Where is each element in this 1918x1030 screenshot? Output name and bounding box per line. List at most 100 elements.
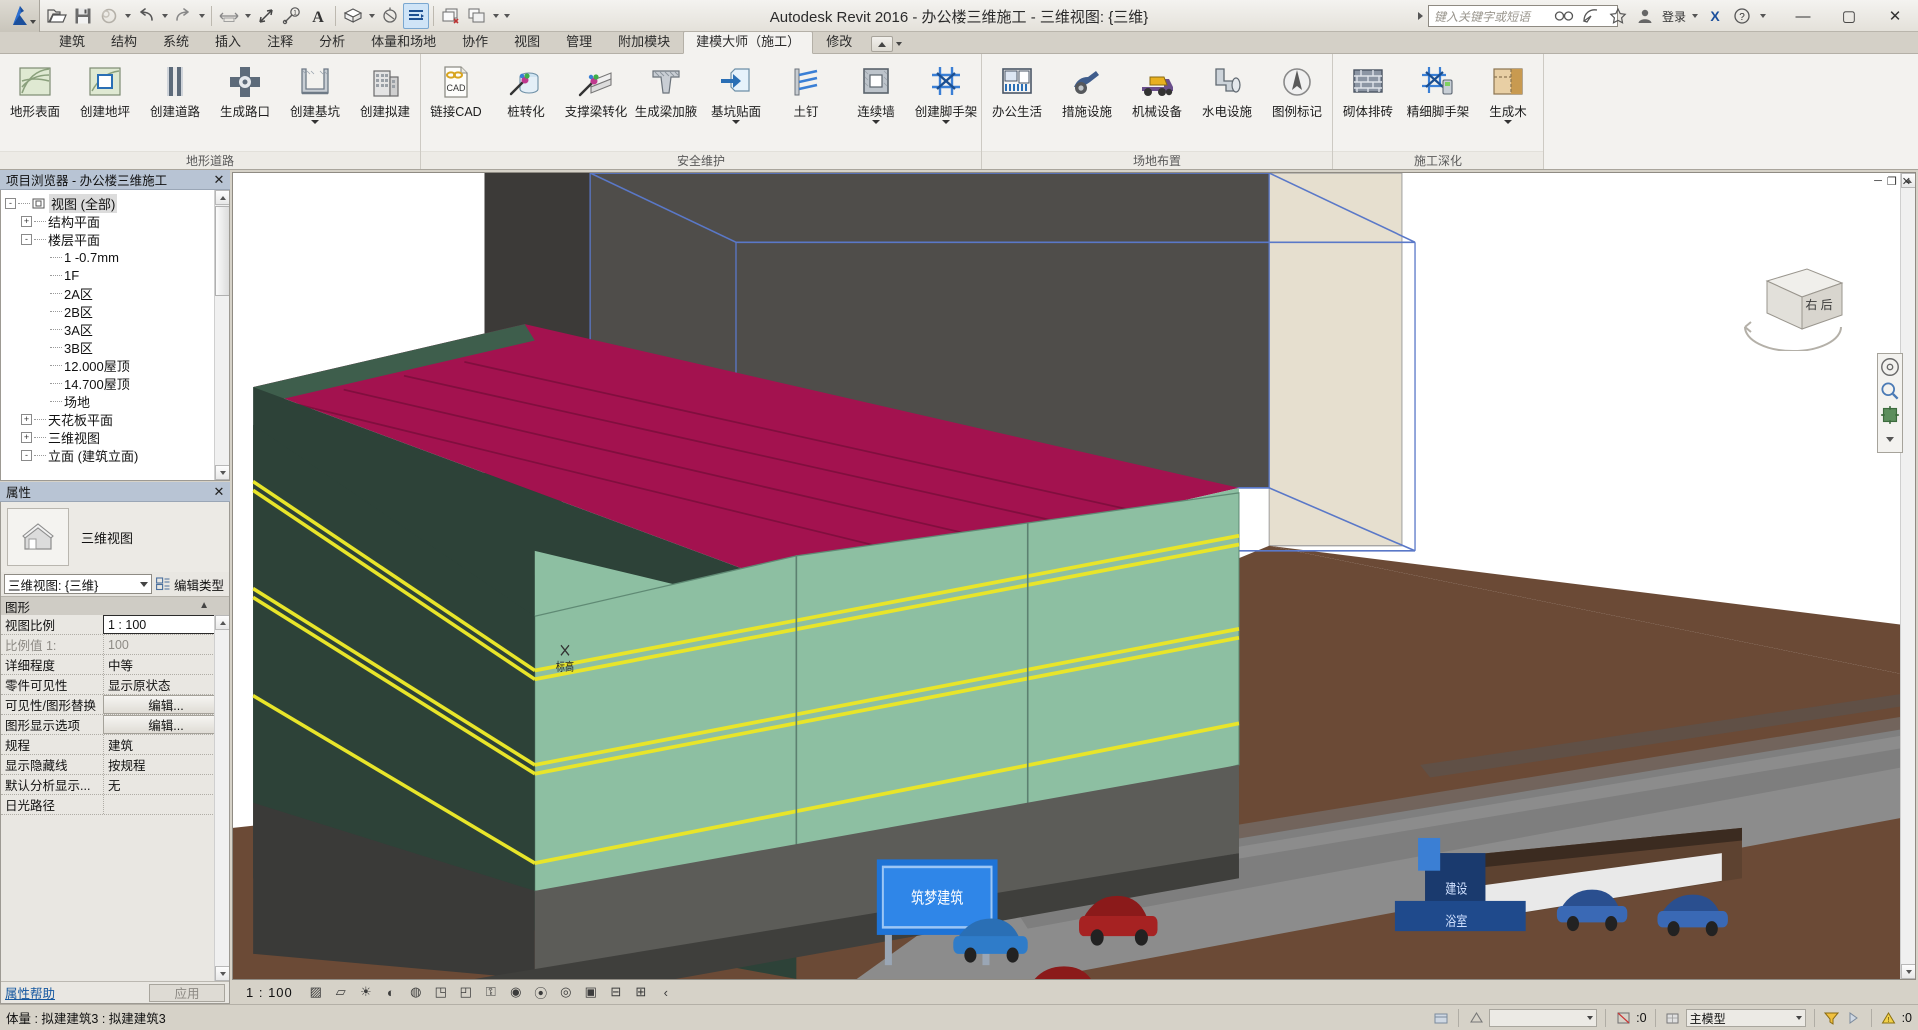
thin-lines-icon[interactable] <box>403 2 429 29</box>
tree-item[interactable]: 场地 <box>5 392 229 410</box>
tree-toggle-icon[interactable]: - <box>21 233 32 245</box>
ribbon-tab-9[interactable]: 管理 <box>553 31 605 53</box>
property-value[interactable]: 中等 <box>103 655 229 674</box>
ribbon-button-terrain-surface[interactable]: 地形表面 <box>0 60 70 119</box>
switch-windows-caret-icon[interactable] <box>490 3 501 29</box>
show-constraints-icon[interactable]: ⊟ <box>606 983 626 1001</box>
view-close-icon[interactable]: ✕ <box>1902 175 1911 188</box>
ribbon-tab-11[interactable]: 建模大师（施工） <box>683 31 814 54</box>
tree-item[interactable]: 2B区 <box>5 302 229 320</box>
properties-close-icon[interactable]: ✕ <box>212 484 226 499</box>
apply-button[interactable]: 应用 <box>149 983 225 1002</box>
detail-level-icon[interactable]: ▨ <box>306 983 326 1001</box>
view-vertical-scrollbar[interactable] <box>1900 173 1915 979</box>
tree-item[interactable]: - 楼层平面 <box>5 230 229 248</box>
default-3d-view-icon[interactable] <box>340 3 366 29</box>
ribbon-tab-8[interactable]: 视图 <box>501 31 553 53</box>
design-options-icon[interactable] <box>1467 1009 1485 1027</box>
ribbon-tab-3[interactable]: 插入 <box>202 31 254 53</box>
view-scroll-down-icon[interactable] <box>1901 964 1915 979</box>
property-value[interactable]: 编辑... <box>103 695 229 714</box>
collapse-icon[interactable]: ▲ <box>199 600 209 611</box>
project-browser-close-icon[interactable]: ✕ <box>212 172 226 187</box>
property-value[interactable]: 建筑 <box>103 735 229 754</box>
text-icon[interactable]: A <box>305 3 331 29</box>
property-value[interactable]: 1 : 100 <box>103 615 229 634</box>
property-row[interactable]: 日光路径 <box>1 795 229 815</box>
tree-item[interactable]: 3B区 <box>5 338 229 356</box>
tree-toggle-icon[interactable]: + <box>21 413 32 425</box>
ribbon-button-generate-formwork[interactable]: 生成木 <box>1473 60 1543 124</box>
favorites-icon[interactable] <box>1606 4 1630 28</box>
ribbon-tab-2[interactable]: 系统 <box>150 31 202 53</box>
temporary-hide-isolate-icon[interactable]: ◉ <box>506 983 526 1001</box>
view-3d-dropdown-caret-icon[interactable] <box>366 3 377 29</box>
shadows-icon[interactable]: ◐ <box>381 983 401 1001</box>
property-row[interactable]: 显示隐藏线 按规程 <box>1 755 229 775</box>
expand-icon[interactable]: ‹ <box>656 983 676 1001</box>
scroll-thumb[interactable] <box>215 206 229 296</box>
property-value[interactable]: 按规程 <box>103 755 229 774</box>
ribbon-tab-7[interactable]: 协作 <box>449 31 501 53</box>
tree-item[interactable]: 1 -0.7mm <box>5 248 229 266</box>
ribbon-tab-6[interactable]: 体量和场地 <box>358 31 449 53</box>
ribbon-button-create-scaffold[interactable]: 创建脚手架 <box>911 60 981 124</box>
ribbon-button-dropdown-caret-icon[interactable] <box>282 120 348 124</box>
prop-scroll-up-icon[interactable] <box>215 615 229 630</box>
measure-icon[interactable] <box>216 3 242 29</box>
ribbon-button-dropdown-caret-icon[interactable] <box>843 120 909 124</box>
tree-item[interactable]: + 结构平面 <box>5 212 229 230</box>
prop-scroll-down-icon[interactable] <box>215 966 229 981</box>
property-row[interactable]: 规程 建筑 <box>1 735 229 755</box>
ribbon-button-fine-scaffold[interactable]: 精细脚手架 <box>1403 60 1473 119</box>
scroll-down-icon[interactable] <box>215 465 229 480</box>
property-value[interactable] <box>103 795 229 814</box>
view-minimize-icon[interactable]: ─ <box>1874 175 1882 188</box>
view-scale-label[interactable]: 1 : 100 <box>246 985 293 1000</box>
scroll-up-icon[interactable] <box>215 190 229 205</box>
minimize-button[interactable]: — <box>1780 0 1826 32</box>
application-menu-button[interactable] <box>0 0 40 32</box>
aligned-dimension-icon[interactable] <box>253 3 279 29</box>
ribbon-button-beam-haunch[interactable]: 生成梁加腋 <box>631 60 701 119</box>
ribbon-minimize-caret-icon[interactable] <box>893 36 905 52</box>
sync-dropdown-caret-icon[interactable] <box>122 3 133 29</box>
maximize-button[interactable]: ▢ <box>1826 0 1872 32</box>
design-option-select[interactable] <box>1489 1009 1598 1027</box>
sun-path-icon[interactable]: ☀ <box>356 983 376 1001</box>
undo-icon[interactable] <box>133 3 159 29</box>
redo-dropdown-caret-icon[interactable] <box>196 3 207 29</box>
help-caret-icon[interactable] <box>1757 3 1768 29</box>
ribbon-tab-0[interactable]: 建筑 <box>46 31 98 53</box>
signin-caret-icon[interactable] <box>1689 3 1700 29</box>
ribbon-button-pile-convert[interactable]: 桩转化 <box>491 60 561 119</box>
rendering-dialog-icon[interactable]: ◍ <box>406 983 426 1001</box>
warnings-icon[interactable]: ! <box>1880 1009 1898 1027</box>
help-icon[interactable]: ? <box>1730 4 1754 28</box>
properties-help-link[interactable]: 属性帮助 <box>5 983 55 1002</box>
tree-item[interactable]: + 三维视图 <box>5 428 229 446</box>
ribbon-tab-1[interactable]: 结构 <box>98 31 150 53</box>
project-browser-scrollbar[interactable] <box>214 190 229 480</box>
main-model-select[interactable]: 主模型 <box>1685 1009 1806 1027</box>
show-crop-region-icon[interactable]: ◰ <box>456 983 476 1001</box>
analytical-model-icon[interactable]: ⊞ <box>631 983 651 1001</box>
property-row[interactable]: 可见性/图形替换 编辑... <box>1 695 229 715</box>
properties-scrollbar[interactable] <box>214 615 229 981</box>
ribbon-tab-4[interactable]: 注释 <box>254 31 306 53</box>
type-selector-dropdown[interactable]: 三维视图: {三维} <box>4 574 152 594</box>
ribbon-button-water-power[interactable]: 水电设施 <box>1192 60 1262 119</box>
ribbon-button-create-road[interactable]: 创建道路 <box>140 60 210 119</box>
property-value[interactable]: 显示原状态 <box>103 675 229 694</box>
pan-icon[interactable] <box>1880 405 1900 425</box>
ribbon-tab-12[interactable]: 修改 <box>813 31 865 53</box>
tree-item[interactable]: 14.700屋顶 <box>5 374 229 392</box>
property-row[interactable]: 视图比例 1 : 100 <box>1 615 229 635</box>
undo-dropdown-caret-icon[interactable] <box>159 3 170 29</box>
edit-type-button[interactable]: 编辑类型 <box>156 575 226 594</box>
account-icon[interactable] <box>1633 4 1657 28</box>
ribbon-button-create-pad[interactable]: 创建地坪 <box>70 60 140 119</box>
steering-wheel-icon[interactable] <box>1880 357 1900 377</box>
reveal-hidden-elements-icon[interactable]: ⦿ <box>531 983 551 1001</box>
ribbon-button-dropdown-caret-icon[interactable] <box>913 120 979 124</box>
